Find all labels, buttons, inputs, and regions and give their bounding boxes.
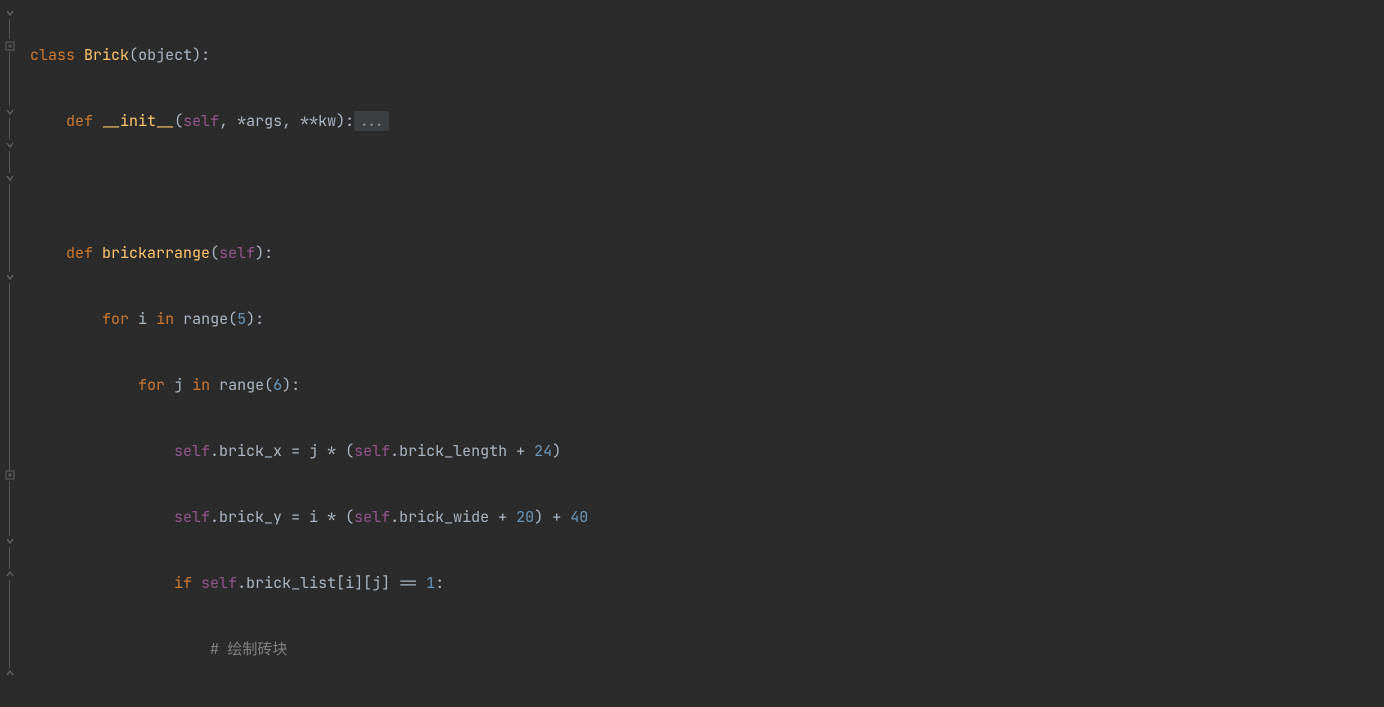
code-line[interactable]: [30, 171, 1384, 204]
fold-icon[interactable]: [4, 271, 16, 283]
code-line[interactable]: self.brick_x = j * (self.brick_length + …: [30, 435, 1384, 468]
code-line[interactable]: # 绘制砖块: [30, 633, 1384, 666]
fold-icon[interactable]: [4, 535, 16, 547]
gutter: [0, 0, 22, 707]
fold-icon[interactable]: [4, 139, 16, 151]
fold-up-icon[interactable]: [4, 568, 16, 580]
expand-icon[interactable]: [4, 469, 16, 481]
expand-icon[interactable]: [4, 40, 16, 52]
fold-icon[interactable]: [4, 106, 16, 118]
fold-placeholder[interactable]: ...: [354, 111, 389, 131]
code-line[interactable]: for j in range(6):: [30, 369, 1384, 402]
code-line[interactable]: class Brick(object):: [30, 39, 1384, 72]
code-line[interactable]: for i in range(5):: [30, 303, 1384, 336]
code-line[interactable]: self.brick_y = i * (self.brick_wide + 20…: [30, 501, 1384, 534]
fold-icon[interactable]: [4, 7, 16, 19]
fold-up-icon[interactable]: [4, 667, 16, 679]
code-line[interactable]: def __init__(self, *args, **kw):...: [30, 105, 1384, 138]
code-line[interactable]: def brickarrange(self):: [30, 237, 1384, 270]
code-line[interactable]: if self.brick_list[i][j] == 1:: [30, 567, 1384, 600]
code-line[interactable]: pygame.draw.rect(self.game_window, self.…: [30, 699, 1384, 707]
code-area[interactable]: class Brick(object): def __init__(self, …: [22, 0, 1384, 707]
fold-icon[interactable]: [4, 172, 16, 184]
code-editor: class Brick(object): def __init__(self, …: [0, 0, 1384, 707]
